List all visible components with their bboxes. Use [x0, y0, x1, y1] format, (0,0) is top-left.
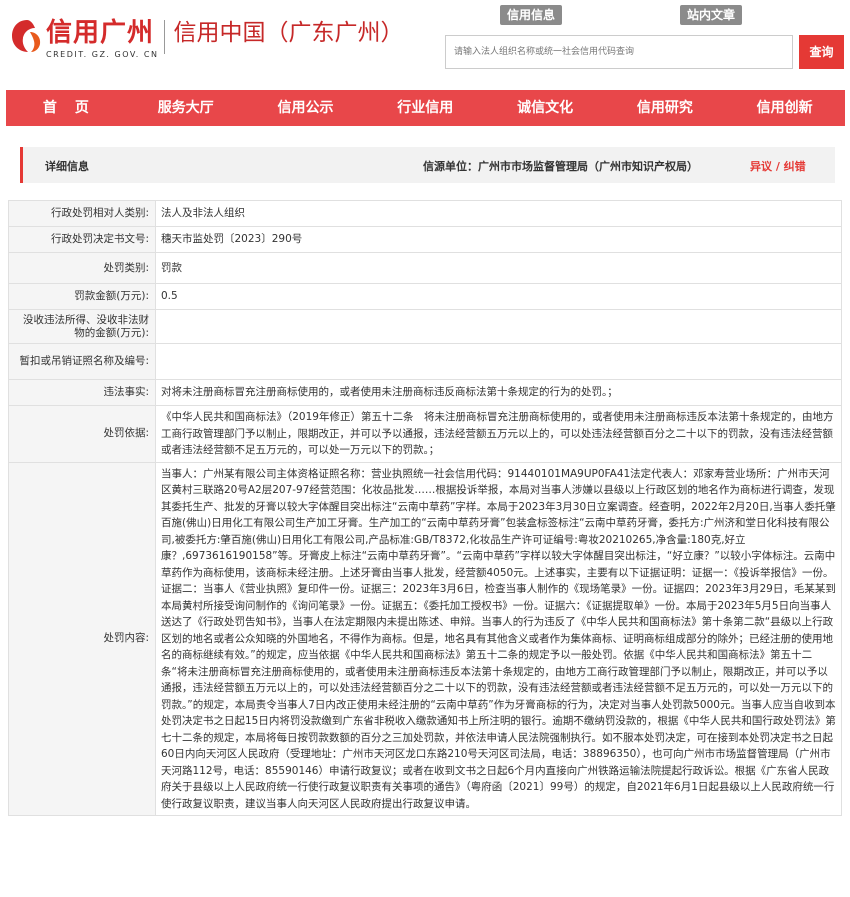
field-label-fine-amount: 罚款金额(万元):	[8, 283, 156, 310]
field-label-category: 行政处罚相对人类别:	[8, 200, 156, 227]
tab-credit-info[interactable]: 信用信息	[500, 5, 563, 25]
main-nav: 首页 服务大厅 信用公示 行业信用 诚信文化 信用研究 信用创新	[6, 90, 845, 126]
table-row: 罚款金额(万元): 0.5	[8, 283, 842, 310]
tab-site-articles[interactable]: 站内文章	[680, 5, 743, 25]
field-value-category: 法人及非法人组织	[155, 200, 842, 227]
nav-item-home[interactable]: 首页	[6, 90, 126, 126]
detail-bar: 详细信息 信源单位：广州市市场监督管理局（广州市知识产权局） 异议 / 纠错	[20, 147, 835, 183]
field-value-content: 当事人：广州某有限公司主体资格证照名称：营业执照统一社会信用代码：9144010…	[155, 461, 842, 816]
field-value-confiscation	[155, 309, 842, 344]
field-label-content: 处罚内容:	[8, 461, 156, 816]
table-row: 没收违法所得、没收非法财物的金额(万元):	[8, 309, 842, 344]
detail-table: 行政处罚相对人类别: 法人及非法人组织 行政处罚决定书文号: 穗天市监处罚〔20…	[8, 200, 842, 816]
field-label-illegal-facts: 违法事实:	[8, 379, 156, 406]
source-unit: 信源单位：广州市市场监督管理局（广州市知识产权局）	[423, 160, 698, 173]
field-value-doc-no: 穗天市监处罚〔2023〕290号	[155, 226, 842, 253]
table-row: 暂扣或吊销证照名称及编号:	[8, 343, 842, 380]
search-input[interactable]: 请输入法人组织名称或统一社会信用代码查询	[445, 35, 793, 69]
field-value-illegal-facts: 对将未注册商标冒充注册商标使用的，或者使用未注册商标违反商标法第十条规定的行为的…	[155, 379, 842, 406]
table-row: 行政处罚决定书文号: 穗天市监处罚〔2023〕290号	[8, 226, 842, 253]
search-button[interactable]: 查询	[799, 35, 844, 69]
search-tabs: 信用信息 站内文章	[500, 5, 743, 25]
field-label-doc-no: 行政处罚决定书文号:	[8, 226, 156, 253]
logo-mark-icon	[10, 18, 44, 54]
objection-link[interactable]: 异议 / 纠错	[750, 158, 806, 174]
field-label-penalty-type: 处罚类别:	[8, 252, 156, 284]
site-header: 信用广州 CREDIT. GZ. GOV. CN 信用中国（广东广州） 信用信息…	[0, 0, 850, 90]
logo-domain: CREDIT. GZ. GOV. CN	[46, 50, 159, 59]
table-row: 处罚类别: 罚款	[8, 252, 842, 284]
field-value-basis: 《中华人民共和国商标法》（2019年修正）第五十二条 将未注册商标冒充注册商标使…	[155, 405, 842, 463]
nav-item-credit-publicity[interactable]: 信用公示	[246, 90, 366, 126]
nav-item-credit-innovation[interactable]: 信用创新	[725, 90, 845, 126]
field-value-fine-amount: 0.5	[155, 283, 842, 310]
detail-title: 详细信息	[45, 160, 89, 173]
field-label-basis: 处罚依据:	[8, 405, 156, 463]
site-name: 信用中国（广东广州）	[173, 20, 404, 46]
nav-item-integrity-culture[interactable]: 诚信文化	[485, 90, 605, 126]
nav-item-industry-credit[interactable]: 行业信用	[365, 90, 485, 126]
table-row: 违法事实: 对将未注册商标冒充注册商标使用的，或者使用未注册商标违反商标法第十条…	[8, 379, 842, 406]
nav-item-service-hall[interactable]: 服务大厅	[126, 90, 246, 126]
site-logo[interactable]: 信用广州 CREDIT. GZ. GOV. CN 信用中国（广东广州）	[10, 18, 403, 60]
field-value-revoke	[155, 343, 842, 380]
nav-item-credit-research[interactable]: 信用研究	[605, 90, 725, 126]
table-row: 处罚内容: 当事人：广州某有限公司主体资格证照名称：营业执照统一社会信用代码：9…	[8, 461, 842, 816]
field-value-penalty-type: 罚款	[155, 252, 842, 284]
field-label-revoke: 暂扣或吊销证照名称及编号:	[8, 343, 156, 380]
table-row: 处罚依据: 《中华人民共和国商标法》（2019年修正）第五十二条 将未注册商标冒…	[8, 405, 842, 463]
table-row: 行政处罚相对人类别: 法人及非法人组织	[8, 200, 842, 227]
logo-text: 信用广州	[46, 18, 155, 48]
logo-divider	[164, 20, 166, 54]
field-label-confiscation: 没收违法所得、没收非法财物的金额(万元):	[8, 309, 156, 344]
